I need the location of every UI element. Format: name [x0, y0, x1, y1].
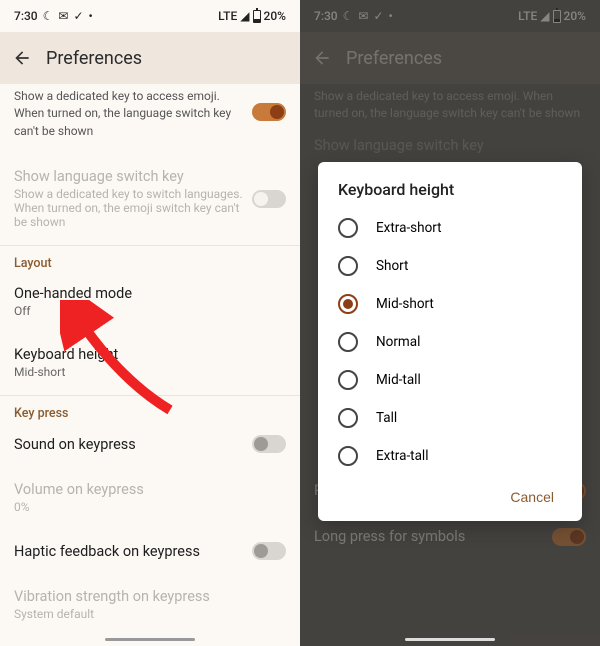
status-time: 7:30: [14, 9, 38, 23]
keyboard-height-title: Keyboard height: [14, 346, 286, 363]
signal-icon: ◢: [240, 9, 249, 23]
radio-icon: [338, 332, 358, 352]
back-button[interactable]: [12, 48, 32, 68]
keyboard-height-row[interactable]: Keyboard height Mid-short: [14, 332, 286, 393]
keyboard-height-value: Mid-short: [14, 365, 286, 379]
radio-icon: [338, 408, 358, 428]
home-indicator: [105, 638, 195, 641]
radio-icon: [338, 294, 358, 314]
divider: [0, 245, 300, 246]
one-handed-value: Off: [14, 304, 286, 318]
volume-title: Volume on keypress: [14, 481, 286, 498]
haptic-toggle[interactable]: [252, 542, 286, 560]
divider: [0, 395, 300, 396]
sound-title: Sound on keypress: [14, 436, 252, 453]
radio-icon: [338, 446, 358, 466]
language-switch-title: Show language switch key: [14, 168, 252, 185]
radio-group: Extra-short Short Mid-short Normal Mid-t…: [338, 209, 562, 475]
cancel-button[interactable]: Cancel: [502, 483, 562, 511]
language-switch-toggle: [252, 190, 286, 208]
emoji-key-toggle[interactable]: [252, 103, 286, 121]
radio-label: Normal: [376, 334, 420, 350]
language-switch-row: Show language switch key Show a dedicate…: [14, 154, 286, 243]
status-bar: 7:30 ☾ ✉ ✓ • LTE ◢ 20%: [0, 0, 300, 32]
radio-option-short[interactable]: Short: [338, 247, 562, 285]
one-handed-title: One-handed mode: [14, 285, 286, 302]
radio-icon: [338, 370, 358, 390]
radio-icon: [338, 256, 358, 276]
section-keypress: Key press: [14, 406, 286, 421]
left-pane: 7:30 ☾ ✉ ✓ • LTE ◢ 20% Preferences Show …: [0, 0, 300, 646]
settings-content: Show a dedicated key to access emoji. Wh…: [0, 84, 300, 646]
section-layout: Layout: [14, 256, 286, 271]
vibration-title: Vibration strength on keypress: [14, 588, 286, 605]
dialog-title: Keyboard height: [338, 180, 562, 199]
language-switch-desc: Show a dedicated key to switch languages…: [14, 187, 252, 229]
dot-icon: •: [89, 9, 93, 23]
radio-option-extra-short[interactable]: Extra-short: [338, 209, 562, 247]
radio-option-mid-tall[interactable]: Mid-tall: [338, 361, 562, 399]
radio-label: Tall: [376, 410, 397, 426]
one-handed-row[interactable]: One-handed mode Off: [14, 271, 286, 332]
vibration-row: Vibration strength on keypress System de…: [14, 574, 286, 635]
radio-label: Extra-tall: [376, 448, 429, 464]
emoji-key-desc: Show a dedicated key to access emoji. Wh…: [14, 84, 252, 140]
radio-option-tall[interactable]: Tall: [338, 399, 562, 437]
volume-value: 0%: [14, 500, 286, 514]
sound-toggle[interactable]: [252, 435, 286, 453]
sound-row[interactable]: Sound on keypress: [14, 421, 286, 467]
right-pane: 7:30 ☾ ✉ ✓ • LTE ◢ 20% Preferences Show …: [300, 0, 600, 646]
keyboard-height-dialog: Keyboard height Extra-short Short Mid-sh…: [318, 162, 582, 521]
haptic-title: Haptic feedback on keypress: [14, 543, 252, 560]
app-bar: Preferences: [0, 32, 300, 84]
radio-label: Short: [376, 258, 408, 274]
battery-icon: [253, 10, 261, 23]
battery-pct: 20%: [264, 9, 286, 23]
radio-label: Mid-short: [376, 296, 434, 312]
page-title: Preferences: [46, 48, 142, 69]
radio-icon: [338, 218, 358, 238]
radio-option-mid-short[interactable]: Mid-short: [338, 285, 562, 323]
radio-option-extra-tall[interactable]: Extra-tall: [338, 437, 562, 475]
radio-label: Extra-short: [376, 220, 442, 236]
haptic-row[interactable]: Haptic feedback on keypress: [14, 528, 286, 574]
volume-row: Volume on keypress 0%: [14, 467, 286, 528]
vibration-value: System default: [14, 607, 286, 621]
message-icon: ✓: [73, 9, 83, 23]
network-label: LTE: [218, 9, 237, 23]
home-indicator: [405, 638, 495, 641]
moon-icon: ☾: [43, 9, 54, 23]
radio-label: Mid-tall: [376, 372, 421, 388]
radio-option-normal[interactable]: Normal: [338, 323, 562, 361]
mail-icon: ✉: [58, 9, 68, 23]
